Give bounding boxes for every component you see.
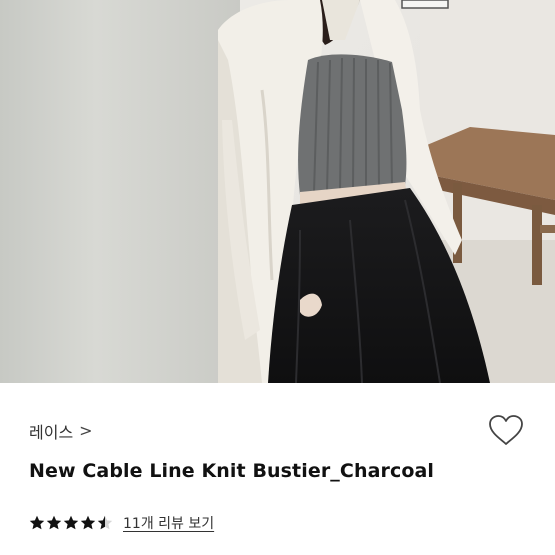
star-full-icon [46,515,62,530]
star-full-icon [29,515,45,530]
star-full-icon [63,515,79,530]
review-link[interactable]: 11개 리뷰 보기 [123,513,214,533]
star-rating [29,515,113,531]
product-photo-image [0,0,555,383]
product-photo[interactable] [0,0,555,383]
brand-name: 레이스 [29,423,74,442]
brand-link[interactable]: 레이스 > [29,419,93,443]
wishlist-button[interactable] [486,411,526,449]
product-title: New Cable Line Knit Bustier_Charcoal [29,460,435,482]
rating-row: 11개 리뷰 보기 [29,513,214,533]
star-half-icon [97,515,113,530]
star-full-icon [80,515,96,530]
product-info-panel: 레이스 > New Cable Line Knit Bustier_Charco… [0,383,555,555]
heart-outline-icon [489,415,523,445]
chevron-right-icon: > [79,421,93,440]
